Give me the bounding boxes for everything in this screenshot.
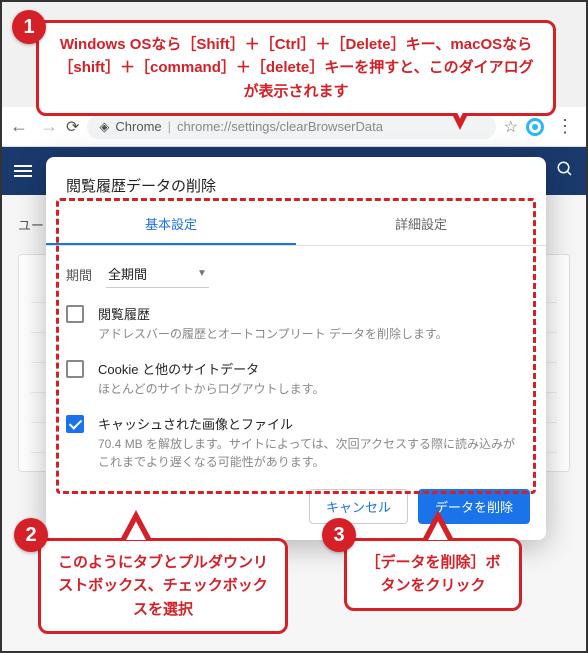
period-dropdown[interactable]: 全期間 ▼ [106, 260, 209, 288]
option-history: 閲覧履歴 アドレスバーの履歴とオートコンプリート データを削除します。 [66, 304, 526, 343]
tab-basic[interactable]: 基本設定 [46, 204, 296, 245]
period-value: 全期間 [108, 264, 147, 283]
dialog-tabs: 基本設定 詳細設定 [46, 204, 546, 246]
clear-data-dialog: 閲覧履歴データの削除 基本設定 詳細設定 期間 全期間 ▼ 閲覧履歴 アドレスバ… [46, 157, 546, 540]
option-cache: キャッシュされた画像とファイル 70.4 MB を解放します。サイトによっては、… [66, 414, 526, 471]
back-icon[interactable]: ← [10, 116, 28, 137]
nav-arrows: ← → [10, 116, 58, 137]
option-cookies: Cookie と他のサイトデータ ほとんどのサイトからログアウトします。 [66, 359, 526, 398]
address-path: chrome://settings/clearBrowserData [177, 119, 383, 134]
chrome-logo-icon: ◈ [99, 119, 109, 135]
checkbox-history[interactable] [66, 305, 84, 323]
callout-1-pointer-fill [448, 94, 472, 118]
callout-3-pointer-fill [428, 521, 448, 540]
option-title: 閲覧履歴 [98, 304, 448, 323]
period-row: 期間 全期間 ▼ [66, 260, 526, 288]
option-desc: ほとんどのサイトからログアウトします。 [98, 380, 324, 398]
option-title: Cookie と他のサイトデータ [98, 359, 324, 378]
bookmark-star-icon[interactable]: ☆ [504, 117, 518, 137]
callout-1: Windows OSなら［Shift］＋［Ctrl］＋［Delete］キー、ma… [36, 20, 556, 116]
dialog-title: 閲覧履歴データの削除 [46, 157, 546, 204]
checkbox-cache[interactable] [66, 415, 84, 433]
chevron-down-icon: ▼ [197, 268, 207, 279]
callout-3: ［データを削除］ボタンをクリック [344, 538, 522, 611]
address-app-label: Chrome [115, 119, 161, 134]
kebab-menu-icon[interactable]: ⋮ [552, 116, 578, 137]
option-desc: 70.4 MB を解放します。サイトによっては、次回アクセスする際に読み込みがこ… [98, 435, 526, 471]
checkbox-cookies[interactable] [66, 360, 84, 378]
callout-badge-1: 1 [12, 10, 46, 44]
hamburger-icon[interactable] [14, 165, 32, 177]
forward-icon: → [40, 116, 58, 137]
period-label: 期間 [66, 265, 92, 284]
tab-advanced[interactable]: 詳細設定 [296, 204, 546, 245]
dialog-body: 期間 全期間 ▼ 閲覧履歴 アドレスバーの履歴とオートコンプリート データを削除… [46, 246, 546, 477]
callout-2-pointer-fill [126, 521, 146, 540]
callout-2: このようにタブとプルダウンリストボックス、チェックボックスを選択 [38, 538, 288, 634]
address-bar[interactable]: ◈ Chrome | chrome://settings/clearBrowse… [87, 115, 495, 139]
option-title: キャッシュされた画像とファイル [98, 414, 526, 433]
search-icon[interactable] [556, 160, 574, 183]
option-desc: アドレスバーの履歴とオートコンプリート データを削除します。 [98, 325, 448, 343]
options-list: 閲覧履歴 アドレスバーの履歴とオートコンプリート データを削除します。 Cook… [66, 304, 526, 471]
reload-icon[interactable]: ⟳ [66, 117, 79, 137]
cancel-button[interactable]: キャンセル [309, 489, 408, 524]
extension-icon[interactable] [526, 118, 544, 136]
callout-badge-2: 2 [14, 518, 48, 552]
callout-badge-3: 3 [322, 518, 356, 552]
